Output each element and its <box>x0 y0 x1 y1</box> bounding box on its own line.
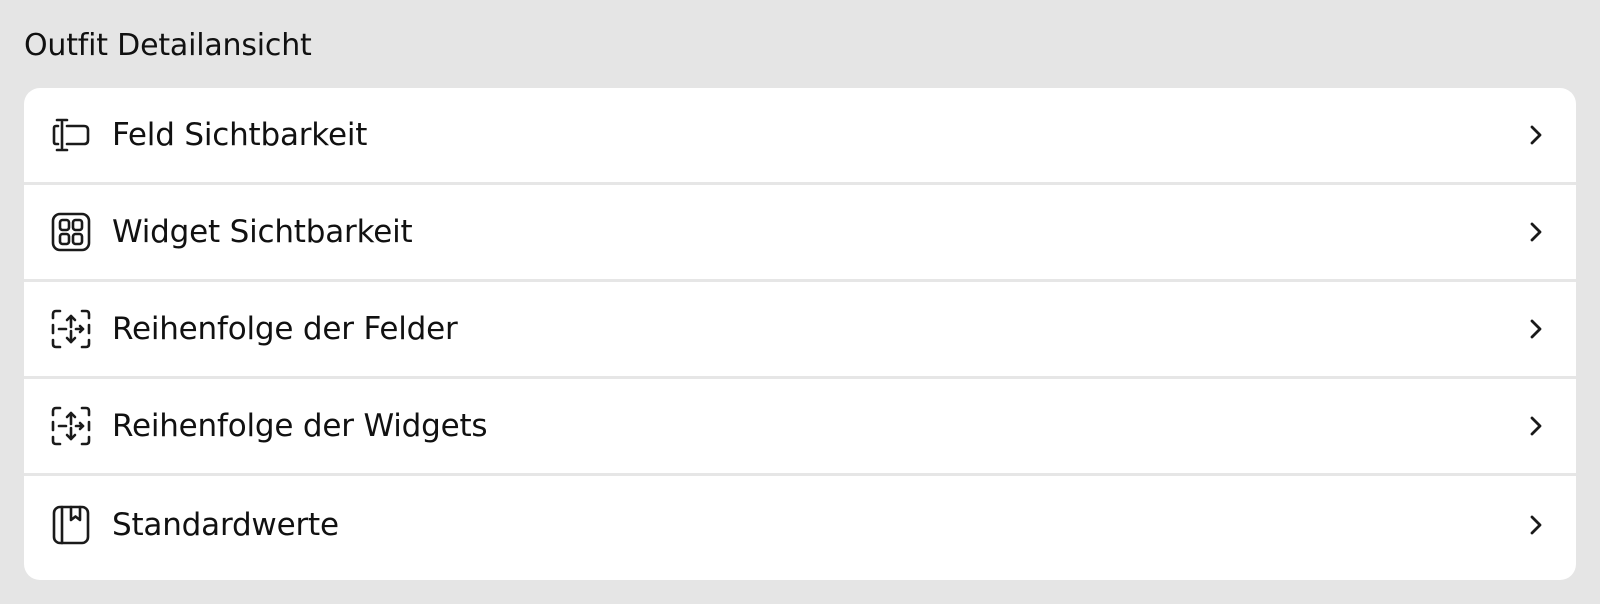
list-item-label: Reihenfolge der Widgets <box>112 408 488 444</box>
section-title: Outfit Detailansicht <box>24 28 312 63</box>
chevron-right-icon <box>1526 513 1546 537</box>
list-item-label: Standardwerte <box>112 506 339 543</box>
text-field-cursor-icon <box>50 114 92 156</box>
reorder-arrows-icon <box>50 405 92 447</box>
list-item-widget-sichtbarkeit[interactable]: Widget Sichtbarkeit <box>24 185 1576 282</box>
list-item-reihenfolge-felder[interactable]: Reihenfolge der Felder <box>24 282 1576 379</box>
list-item-label: Widget Sichtbarkeit <box>112 214 413 250</box>
chevron-right-icon <box>1526 123 1546 147</box>
chevron-right-icon <box>1526 317 1546 341</box>
settings-list: Feld Sichtbarkeit Widget Sichtbarkeit Re… <box>24 88 1576 580</box>
chevron-right-icon <box>1526 414 1546 438</box>
widget-grid-icon <box>50 211 92 253</box>
bookmark-book-icon <box>50 504 92 546</box>
reorder-arrows-icon <box>50 308 92 350</box>
list-item-feld-sichtbarkeit[interactable]: Feld Sichtbarkeit <box>24 88 1576 185</box>
list-item-label: Feld Sichtbarkeit <box>112 117 368 153</box>
chevron-right-icon <box>1526 220 1546 244</box>
list-item-standardwerte[interactable]: Standardwerte <box>24 476 1576 573</box>
list-item-label: Reihenfolge der Felder <box>112 311 458 347</box>
list-item-reihenfolge-widgets[interactable]: Reihenfolge der Widgets <box>24 379 1576 476</box>
